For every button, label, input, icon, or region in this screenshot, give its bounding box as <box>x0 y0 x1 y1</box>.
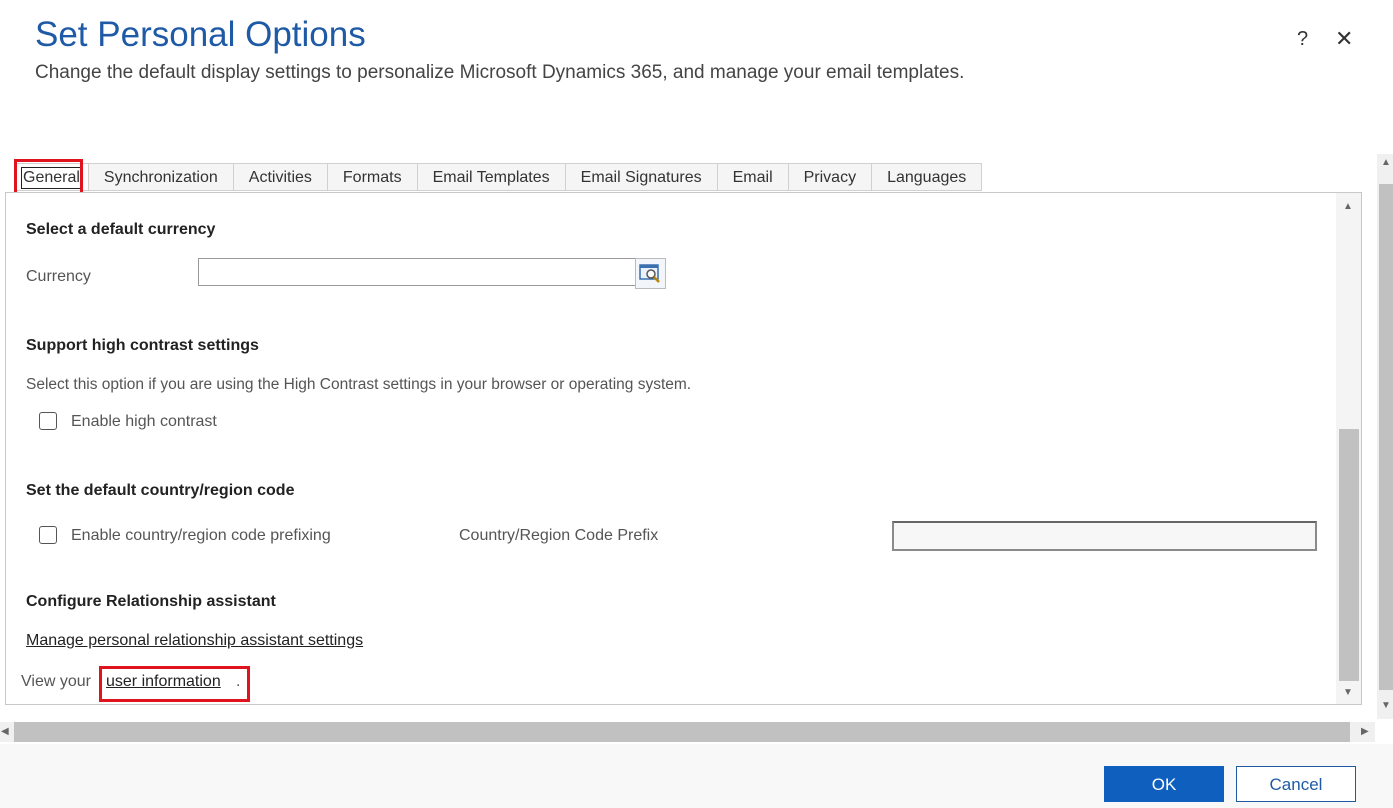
contrast-description: Select this option if you are using the … <box>26 376 692 393</box>
dialog-scroll-down-icon[interactable]: ▼ <box>1381 700 1391 711</box>
tab-email-templates[interactable]: Email Templates <box>417 163 566 191</box>
lookup-icon[interactable] <box>635 258 666 289</box>
tab-bar: General Synchronization Activities Forma… <box>14 163 983 192</box>
country-heading: Set the default country/region code <box>26 482 295 499</box>
view-user-info-suffix: . <box>236 673 241 690</box>
currency-label: Currency <box>26 268 91 285</box>
ok-button[interactable]: OK <box>1104 766 1224 802</box>
tab-synchronization[interactable]: Synchronization <box>88 163 234 191</box>
tab-general-label: General <box>21 167 82 189</box>
scroll-up-icon[interactable]: ▲ <box>1343 201 1353 212</box>
user-information-link[interactable]: user information <box>106 673 221 691</box>
high-contrast-label: Enable high contrast <box>71 413 217 430</box>
tab-email[interactable]: Email <box>717 163 789 191</box>
help-icon[interactable]: ? <box>1297 28 1308 50</box>
high-contrast-checkbox[interactable] <box>39 412 57 430</box>
country-prefix-input[interactable] <box>892 521 1317 551</box>
dialog-scroll-up-icon[interactable]: ▲ <box>1381 157 1391 168</box>
horizontal-scroll-thumb[interactable] <box>14 722 1350 742</box>
country-prefix-checkbox-label: Enable country/region code prefixing <box>71 527 331 544</box>
close-icon[interactable]: ✕ <box>1335 28 1353 50</box>
relationship-assistant-heading: Configure Relationship assistant <box>26 593 276 610</box>
tab-activities[interactable]: Activities <box>233 163 328 191</box>
tab-formats[interactable]: Formats <box>327 163 418 191</box>
cancel-button[interactable]: Cancel <box>1236 766 1356 802</box>
relationship-assistant-link[interactable]: Manage personal relationship assistant s… <box>26 632 363 650</box>
tab-privacy[interactable]: Privacy <box>788 163 873 191</box>
dialog-scroll-thumb[interactable] <box>1379 184 1393 690</box>
currency-input[interactable] <box>198 258 636 286</box>
contrast-heading: Support high contrast settings <box>26 337 259 354</box>
general-panel: Select a default currency Currency Suppo… <box>5 192 1362 705</box>
panel-scroll-thumb[interactable] <box>1339 429 1359 681</box>
currency-heading: Select a default currency <box>26 221 216 238</box>
scroll-right-icon[interactable]: ▶ <box>1361 726 1369 737</box>
tab-general[interactable]: General <box>14 163 89 191</box>
tab-email-signatures[interactable]: Email Signatures <box>565 163 718 191</box>
country-prefix-label: Country/Region Code Prefix <box>459 527 659 544</box>
tab-languages[interactable]: Languages <box>872 163 983 191</box>
dialog-subtitle: Change the default display settings to p… <box>35 62 965 83</box>
country-prefix-checkbox[interactable] <box>39 526 57 544</box>
scroll-down-icon[interactable]: ▼ <box>1343 687 1353 698</box>
dialog-title: Set Personal Options <box>35 15 366 54</box>
view-user-info-prefix: View your <box>21 673 91 690</box>
scroll-left-icon[interactable]: ◀ <box>1 726 9 737</box>
